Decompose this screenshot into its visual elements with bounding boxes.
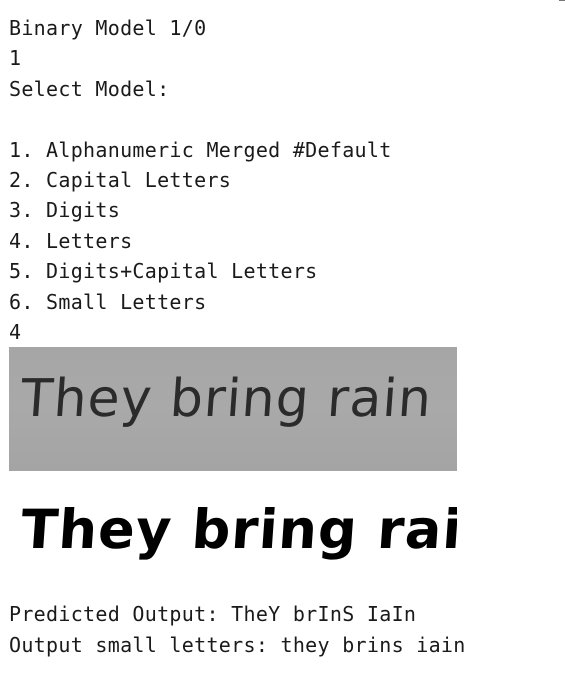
window-corner-mark [559,0,565,6]
model-option-4: 4. Letters [9,228,133,253]
console-line-binary-input: 1 [9,46,22,71]
model-option-5: 5. Digits+Capital Letters [9,259,318,284]
small-letters-output-line: Output small letters: they brins iain [9,633,466,657]
grayscale-handwriting-image: They bring rain [9,347,457,471]
model-option-6: 6. Small Letters [9,289,207,314]
predicted-output-line: Predicted Output: TheY brInS IaIn [9,602,417,626]
console-line-binary-model: Binary Model 1/0 [9,16,207,40]
model-option-1: 1. Alphanumeric Merged #Default [9,137,392,162]
prediction-output: Predicted Output: TheY brInS IaIn Output… [9,599,466,661]
model-option-2: 2. Capital Letters [9,167,232,192]
binarized-handwriting-image: They bring rain [9,490,457,570]
console-line-select-model: Select Model: [9,76,170,101]
console-line-model-input: 4 [9,319,22,344]
console-output: Binary Model 1/0 1 Select Model: 1. Alph… [9,13,559,347]
model-option-3: 3. Digits [9,198,121,223]
binarized-handwriting-text: They bring rain [18,498,457,561]
grayscale-handwriting-text: They bring rain [18,369,435,429]
